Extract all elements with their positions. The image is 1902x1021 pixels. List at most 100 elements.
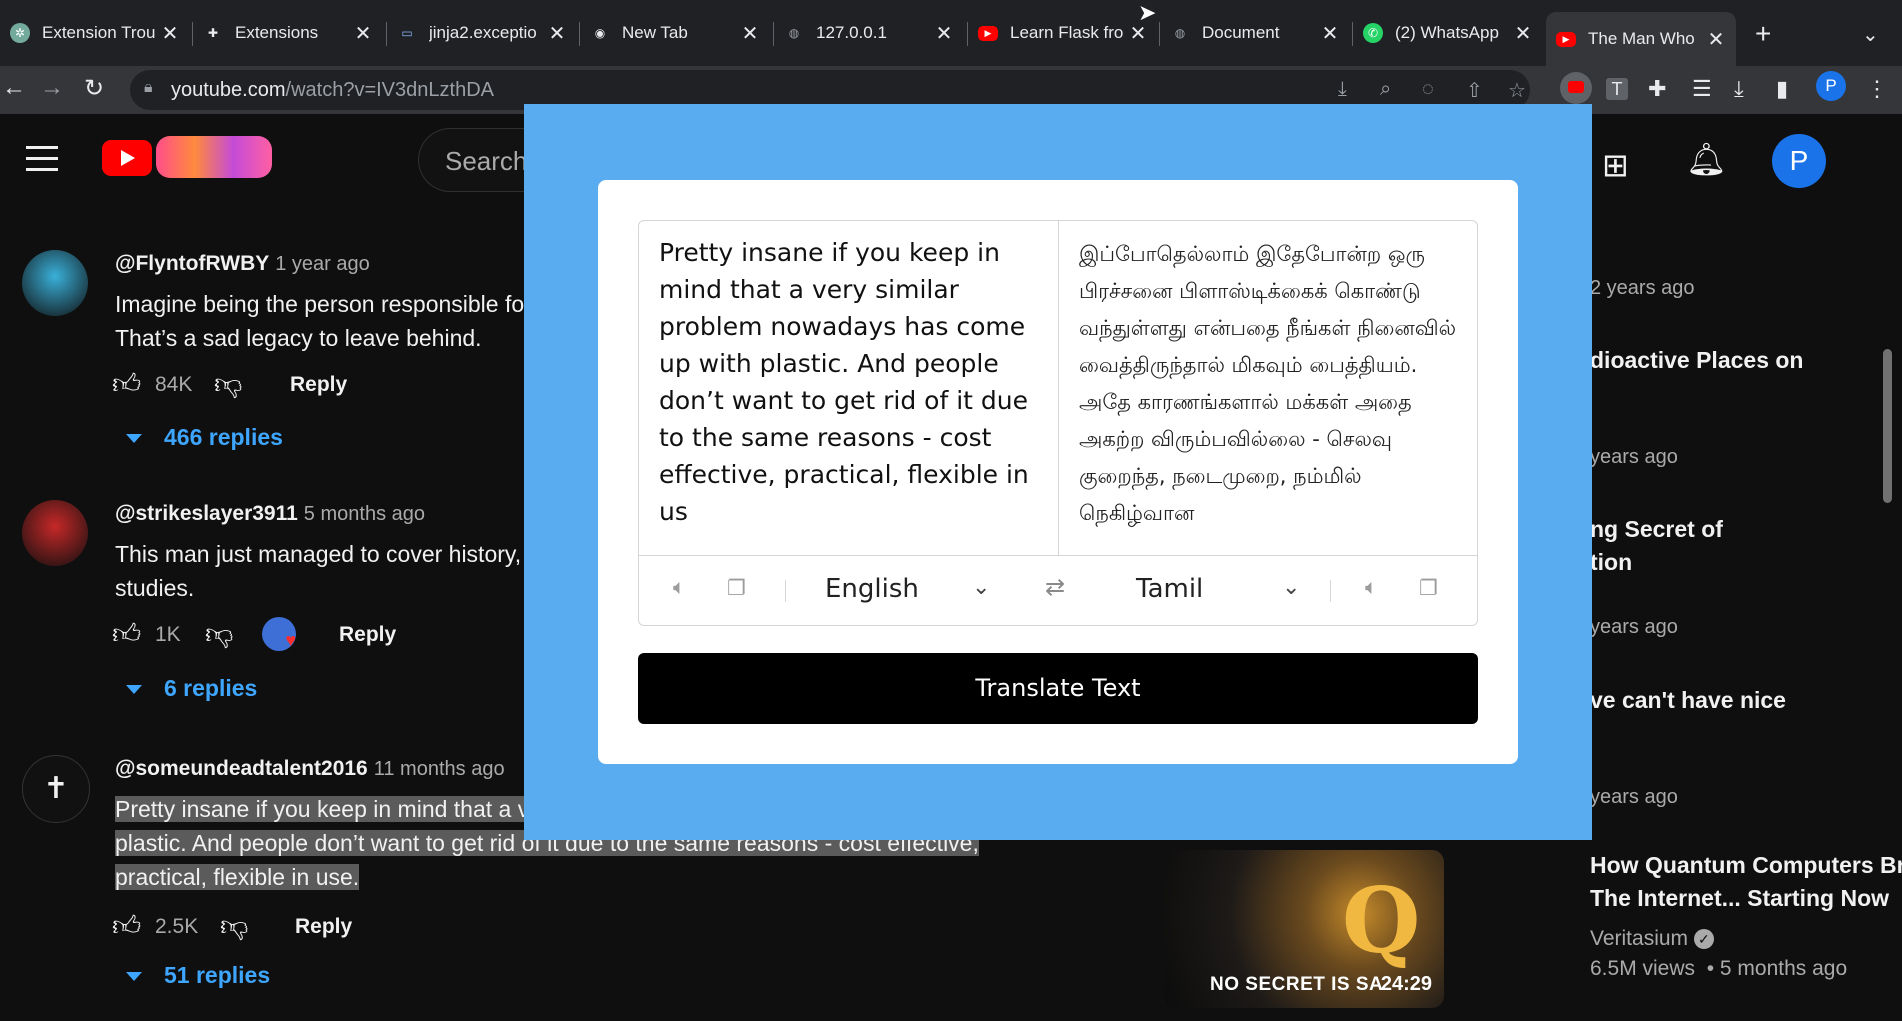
target-language-chevron-icon[interactable]: ⌄ [1282, 574, 1300, 600]
youtube-logo-icon[interactable] [102, 140, 152, 176]
tab-close-icon[interactable]: ✕ [934, 21, 954, 46]
comment-text-line: That’s a sad legacy to leave behind. [115, 322, 482, 355]
tab-1[interactable]: ✚ Extensions ✕ [193, 10, 383, 56]
video-stats: 6.5M views • 5 months ago [1590, 957, 1847, 981]
replies-count: 6 replies [164, 675, 258, 701]
comment-avatar[interactable]: ✝ [22, 755, 90, 823]
source-textarea[interactable]: Pretty insane if you keep in mind that a… [659, 234, 1045, 530]
channel-name-text: Veritasium [1590, 927, 1689, 950]
comment-time[interactable]: 11 months ago [374, 758, 505, 780]
video-title-line2[interactable]: The Internet... Starting Now [1590, 882, 1889, 915]
translate-button[interactable]: Translate Text [638, 653, 1478, 724]
tab-2[interactable]: ▭ jinja2.exceptio ✕ [387, 10, 577, 56]
view-replies-button[interactable]: 51 replies [126, 962, 270, 989]
tab-title: Extension Trou [42, 23, 156, 42]
swap-languages-icon[interactable]: ⇄ [1045, 573, 1065, 602]
target-copy-icon[interactable]: ❐ [1419, 576, 1438, 601]
recommendation-title[interactable]: ng Secret of [1590, 513, 1723, 546]
tab-7[interactable]: ✆ (2) WhatsApp ✕ [1353, 10, 1543, 56]
reading-list-icon[interactable]: ☰ [1692, 76, 1712, 102]
tab-5[interactable]: ▶ Learn Flask fro ✕ [968, 10, 1158, 56]
recommendation-title[interactable]: dioactive Places on [1590, 344, 1803, 377]
browser-menu-icon[interactable]: ⋮ [1866, 76, 1888, 102]
hamburger-menu-icon[interactable] [26, 146, 58, 179]
tab-8[interactable]: ▶ The Man Who ✕ [1546, 12, 1736, 66]
eye-off-icon[interactable]: ◌ [1422, 78, 1434, 101]
comment-text: Pretty insane if you keep in mind that a… [115, 796, 530, 822]
target-textarea[interactable]: இப்போதெல்லாம் இதேபோன்ற ஒரு பிரச்சனை பிளா… [1079, 236, 1463, 532]
extensions-puzzle-icon[interactable]: ✚ [1648, 76, 1666, 102]
tab-close-icon[interactable]: ✕ [160, 21, 180, 46]
dislike-icon[interactable]: 👎︎ [214, 367, 242, 401]
tab-0[interactable]: ✲ Extension Trou ✕ [0, 10, 190, 56]
tab-close-icon[interactable]: ✕ [1320, 21, 1340, 46]
tab-6[interactable]: ◍ Document ✕ [1160, 10, 1350, 56]
lock-icon[interactable]: 🔒︎ [144, 79, 153, 97]
view-replies-button[interactable]: 466 replies [126, 424, 283, 451]
back-button[interactable]: ← [2, 74, 26, 102]
recommendation-meta: years ago [1590, 446, 1678, 468]
share-icon[interactable]: ⇧ [1466, 78, 1483, 103]
install-app-icon[interactable]: ⤓ [1338, 78, 1347, 101]
comment-time[interactable]: 5 months ago [304, 503, 425, 525]
tab-title: (2) WhatsApp [1395, 23, 1499, 42]
recommendation-title[interactable]: tion [1590, 546, 1632, 579]
controls-separator [1330, 580, 1331, 602]
translate-extension-icon[interactable]: T [1606, 78, 1628, 100]
notifications-bell-icon[interactable]: 🔔︎ [1686, 140, 1727, 178]
video-title-line1[interactable]: How Quantum Computers Break [1590, 849, 1902, 882]
reload-button[interactable]: ↻ [84, 74, 104, 103]
video-thumbnail[interactable]: Q NO SECRET IS SA 24:29 [1164, 850, 1444, 1008]
bookmark-star-icon[interactable]: ☆ [1508, 78, 1526, 103]
youtube-extension-icon[interactable] [1560, 72, 1592, 104]
browser-profile-avatar[interactable]: P [1816, 71, 1846, 101]
zoom-icon[interactable]: ⌕ [1380, 78, 1391, 101]
comment-author[interactable]: @someundeadtalent2016 11 months ago [115, 757, 505, 781]
recommendation-title[interactable]: ve can't have nice [1590, 684, 1786, 717]
url-text[interactable]: youtube.com/watch?v=IV3dnLzthDA [171, 73, 494, 107]
page-scrollbar-thumb[interactable] [1883, 349, 1892, 503]
reply-button[interactable]: Reply [290, 373, 347, 397]
comment-author[interactable]: @FlyntofRWBY 1 year ago [115, 252, 370, 276]
source-language-select[interactable]: English [825, 574, 919, 604]
source-speak-icon[interactable]: 🔈︎ [673, 576, 686, 600]
new-tab-button[interactable]: + [1755, 18, 1771, 50]
view-replies-button[interactable]: 6 replies [126, 675, 257, 702]
tab-close-icon[interactable]: ✕ [547, 21, 567, 46]
tab-close-icon[interactable]: ✕ [353, 21, 373, 46]
dislike-icon[interactable]: 👎︎ [220, 909, 248, 943]
like-icon[interactable]: 👍︎ [112, 909, 141, 943]
comment-text-line: Pretty insane if you keep in mind that a… [115, 793, 530, 826]
comment-text-line: This man just managed to cover history, [115, 538, 521, 571]
channel-name[interactable]: Veritasium ✓ [1590, 927, 1714, 951]
dislike-icon[interactable]: 👎︎ [205, 617, 233, 651]
create-video-icon[interactable]: ⊞ [1602, 146, 1629, 184]
reply-button[interactable]: Reply [295, 915, 352, 939]
target-language-select[interactable]: Tamil [1136, 574, 1203, 604]
puzzle-icon: ✚ [207, 26, 219, 40]
like-icon[interactable]: 👍︎ [112, 367, 141, 401]
tab-close-icon[interactable]: ✕ [1513, 21, 1533, 46]
comment-avatar[interactable] [22, 250, 88, 316]
comment-text: Imagine being the person responsible fo [115, 291, 525, 317]
tab-close-icon[interactable]: ✕ [1706, 27, 1726, 52]
comment-time[interactable]: 1 year ago [275, 253, 370, 275]
source-language-chevron-icon[interactable]: ⌄ [972, 574, 990, 600]
comment-author[interactable]: @strikeslayer3911 5 months ago [115, 502, 425, 526]
downloads-icon[interactable]: ⤓ [1734, 76, 1744, 102]
comment-avatar[interactable] [22, 500, 88, 566]
source-copy-icon[interactable]: ❐ [727, 576, 746, 601]
tab-3[interactable]: ◉ New Tab ✕ [580, 10, 770, 56]
tab-close-icon[interactable]: ✕ [740, 21, 760, 46]
target-speak-icon[interactable]: 🔈︎ [1365, 576, 1378, 600]
side-panel-icon[interactable]: ▮ [1776, 76, 1788, 102]
tab-search-chevron-icon[interactable]: ⌄ [1862, 22, 1879, 47]
account-avatar[interactable]: P [1772, 134, 1826, 188]
like-icon[interactable]: 👍︎ [112, 617, 141, 651]
forward-button[interactable]: → [40, 74, 64, 102]
recommendation-meta: years ago [1590, 616, 1678, 638]
tab-4[interactable]: ◍ 127.0.0.1 ✕ [774, 10, 964, 56]
reply-button[interactable]: Reply [339, 623, 396, 647]
youtube-doodle-logo[interactable] [156, 136, 272, 178]
tab-separator [579, 22, 580, 46]
